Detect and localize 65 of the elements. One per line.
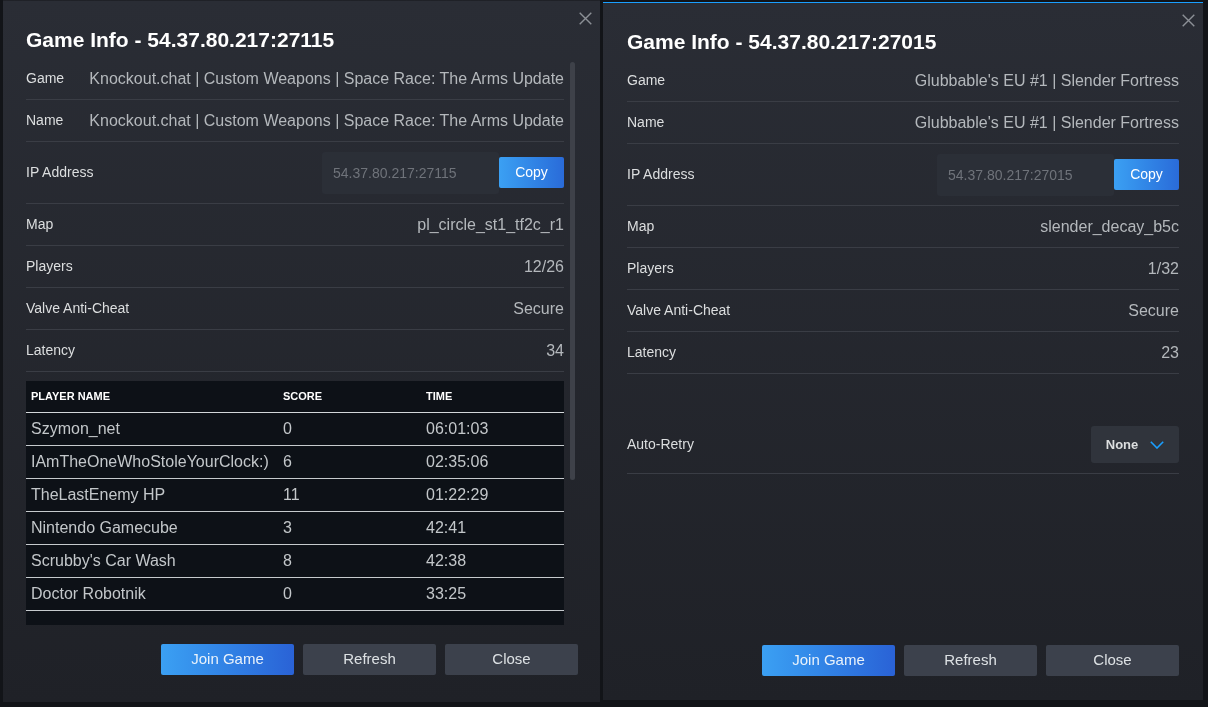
table-cell-text: 02:35:06 [426, 452, 490, 472]
table-cell-text: 42:41 [426, 518, 468, 538]
field-label: Latency [627, 343, 677, 362]
dialog-button[interactable]: Join Game [161, 644, 294, 675]
dialog-button[interactable]: Join Game [762, 645, 895, 676]
table-cell-text: Szymon_net [31, 419, 121, 439]
setting-label: Auto-Retry [627, 435, 694, 454]
column-header[interactable]: SCORE [283, 388, 426, 405]
field-label: Players [26, 257, 73, 276]
column-header[interactable]: PLAYER NAME [31, 388, 283, 405]
scrollbar-thumb[interactable] [570, 62, 575, 480]
field-label: Map [26, 215, 54, 234]
close-button[interactable] [1182, 14, 1195, 27]
field-value: 1/32 [1147, 258, 1179, 279]
field-label: Latency [26, 341, 76, 360]
dialog-button[interactable]: Refresh [303, 644, 436, 675]
field-value: Glubbable's EU #1 | Slender Fortress [914, 112, 1179, 133]
table-cell-text: 0 [283, 419, 293, 439]
table-cell-text: 8 [283, 551, 293, 571]
copy-button[interactable]: Copy [499, 157, 564, 188]
copy-button[interactable]: Copy [1114, 159, 1179, 190]
field-value: Knockout.chat | Custom Weapons | Space Race: The Arms Update [89, 110, 564, 131]
field-value: pl_circle_st1_tf2c_r1 [417, 214, 564, 235]
field-label: Game [26, 69, 65, 88]
table-cell-text: Nintendo Gamecube [31, 518, 179, 538]
table-cell-text: TheLastEnemy HP [31, 485, 167, 505]
close-button[interactable] [579, 12, 592, 25]
dialog-button[interactable]: Close [1046, 645, 1179, 676]
field-label: IP Address [627, 165, 695, 184]
field-value: 34 [546, 340, 564, 361]
table-cell-text: 3 [283, 518, 293, 538]
field-value: Knockout.chat | Custom Weapons | Space Race: The Arms Update [89, 68, 564, 89]
table-cell-text: 33:25 [426, 584, 468, 604]
field-label: IP Address [26, 163, 94, 182]
field-label: Game [627, 71, 666, 90]
column-header[interactable]: TIME [426, 388, 564, 405]
table-cell-text: 01:22:29 [426, 485, 490, 505]
chevron-down-icon [1150, 440, 1165, 449]
field-label: Players [627, 259, 674, 278]
dialog-title: Game Info - 54.37.80.217:27015 [627, 29, 938, 55]
dialog-title: Game Info - 54.37.80.217:27115 [26, 27, 336, 53]
field-value: Secure [513, 298, 564, 319]
dialog-button[interactable]: Close [445, 644, 578, 675]
close-icon [579, 12, 592, 25]
table-cell-text: 06:01:03 [426, 419, 490, 439]
dialog-button[interactable]: Refresh [904, 645, 1037, 676]
field-value: 23 [1161, 342, 1179, 363]
table-cell-text: IAmTheOneWhoStoleYourClock:) [31, 452, 270, 472]
field-value: Glubbable's EU #1 | Slender Fortress [914, 70, 1179, 91]
table-cell-text: Scrubby's Car Wash [31, 551, 177, 571]
close-icon [1182, 14, 1195, 27]
field-value: slender_decay_b5c [1040, 216, 1179, 237]
field-value: Secure [1128, 300, 1179, 321]
table-cell-text: 6 [283, 452, 293, 472]
auto-retry-dropdown[interactable]: None [1091, 426, 1179, 463]
table-cell-text: 0 [283, 584, 293, 604]
field-label: Valve Anti-Cheat [627, 301, 731, 320]
table-cell-text: 11 [283, 485, 301, 505]
field-value: 12/26 [523, 256, 564, 277]
field-label: Name [26, 111, 64, 130]
field-label: Valve Anti-Cheat [26, 299, 130, 318]
field-label: Map [627, 217, 655, 236]
field-label: Name [627, 113, 665, 132]
table-cell-text: Doctor Robotnik [31, 584, 147, 604]
table-cell-text: 42:38 [426, 551, 468, 571]
